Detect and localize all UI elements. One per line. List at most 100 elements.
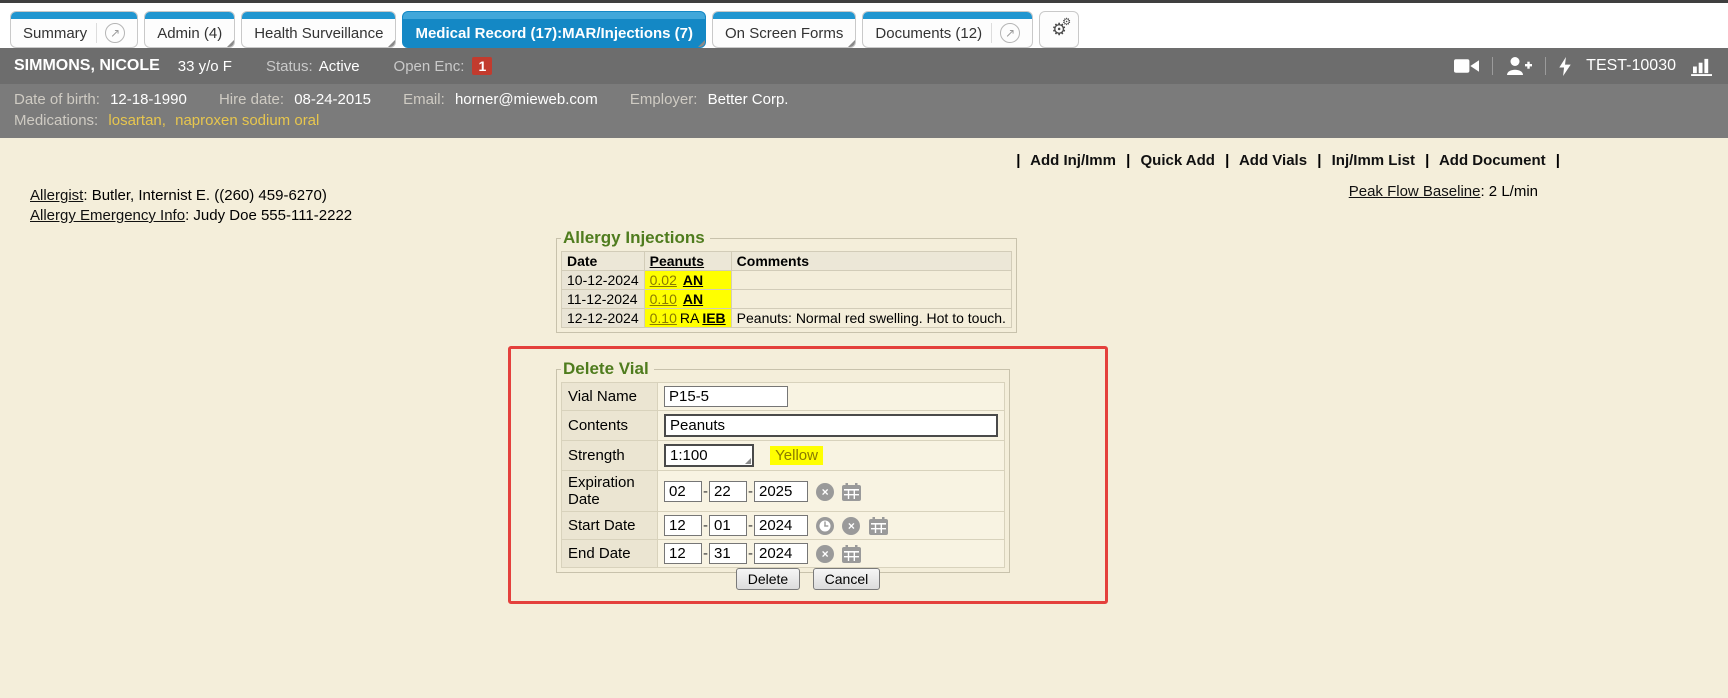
flowsheet-chart-icon[interactable]: [1691, 57, 1714, 76]
end-year-input[interactable]: [754, 543, 808, 564]
tab-summary[interactable]: Summary ↗: [10, 11, 138, 48]
patient-header-bar: SIMMONS, NICOLE 33 y/o F Status: Active …: [0, 48, 1728, 84]
strength-row: Strength Yellow: [562, 441, 1005, 471]
end-month-input[interactable]: [664, 543, 702, 564]
allergy-emergency-line: Allergy Emergency Info: Judy Doe 555-111…: [30, 206, 352, 226]
allergy-emergency-info-link[interactable]: Allergy Emergency Info: [30, 207, 185, 224]
clear-icon[interactable]: ×: [816, 483, 834, 501]
quick-actions-bolt-icon[interactable]: [1559, 57, 1571, 76]
dose-link[interactable]: 0.02: [650, 272, 677, 288]
add-document-link[interactable]: Add Document: [1439, 152, 1546, 169]
allergy-injections-panel: Allergy Injections Date Peanuts Comments…: [556, 228, 1017, 333]
vial-name-input[interactable]: [664, 386, 788, 407]
allergist-link[interactable]: Allergist: [30, 187, 83, 204]
date-column-header: Date: [562, 252, 645, 271]
patient-name: SIMMONS, NICOLE: [14, 57, 160, 75]
delete-button[interactable]: Delete: [736, 568, 800, 590]
employer-label: Employer:: [630, 91, 698, 108]
date-separator: -: [748, 483, 753, 500]
allergy-injections-table: Date Peanuts Comments 10-12-2024 0.02AN …: [561, 251, 1012, 328]
open-enc-label: Open Enc:: [394, 58, 465, 75]
open-encounter-badge[interactable]: 1: [472, 57, 492, 75]
separator: |: [1016, 152, 1020, 169]
expiration-date-label: Expiration Date: [562, 471, 658, 512]
date-separator: -: [703, 545, 708, 562]
injection-comments: Peanuts: Normal red swelling. Hot to tou…: [731, 309, 1011, 328]
dose-link[interactable]: 0.10: [650, 291, 677, 307]
email-value: horner@mieweb.com: [455, 91, 598, 108]
expiration-day-input[interactable]: [709, 481, 747, 502]
demographics-line1: Date of birth: 12-18-1990 Hire date: 08-…: [14, 89, 1714, 110]
injection-row: 11-12-2024 0.10 AN: [562, 290, 1012, 309]
add-inj-imm-link[interactable]: Add Inj/Imm: [1030, 152, 1116, 169]
contents-input[interactable]: [664, 414, 998, 437]
documents-open-new-window[interactable]: ↗: [991, 23, 1020, 43]
vial-name-label: Vial Name: [562, 383, 658, 411]
summary-open-new-window[interactable]: ↗: [96, 23, 125, 43]
allergy-emergency-details: : Judy Doe 555-111-2222: [185, 207, 352, 224]
video-camera-icon[interactable]: [1454, 58, 1479, 74]
open-new-window-icon: ↗: [105, 23, 125, 43]
tab-medical-record[interactable]: Medical Record (17):MAR/Injections (7): [402, 11, 706, 48]
delete-vial-panel: Delete Vial Vial Name Contents Strength: [556, 359, 1010, 573]
clock-icon[interactable]: [816, 517, 834, 535]
peak-flow-baseline: Peak Flow Baseline: 2 L/min: [1349, 183, 1538, 200]
tab-health-surveillance[interactable]: Health Surveillance: [241, 11, 396, 48]
medication-link[interactable]: naproxen sodium oral: [175, 112, 319, 129]
inj-imm-list-link[interactable]: Inj/Imm List: [1332, 152, 1415, 169]
expiration-year-input[interactable]: [754, 481, 808, 502]
end-day-input[interactable]: [709, 543, 747, 564]
calendar-icon[interactable]: [842, 545, 861, 563]
expiration-date-row: Expiration Date -- ×: [562, 471, 1005, 512]
highlight-red-outline: Delete Vial Vial Name Contents Strength: [508, 346, 1108, 604]
add-vials-link[interactable]: Add Vials: [1239, 152, 1307, 169]
cancel-button[interactable]: Cancel: [813, 568, 881, 590]
allergist-details: : Butler, Internist E. ((260) 459-6270): [83, 187, 326, 204]
code-link[interactable]: AN: [683, 272, 703, 288]
clear-icon[interactable]: ×: [842, 517, 860, 535]
tab-medical-record-label: Medical Record (17):MAR/Injections (7): [415, 25, 693, 42]
start-month-input[interactable]: [664, 515, 702, 536]
tab-on-screen-forms[interactable]: On Screen Forms: [712, 11, 856, 48]
open-new-window-icon: ↗: [1000, 23, 1020, 43]
medications-label: Medications:: [14, 112, 98, 129]
start-day-input[interactable]: [709, 515, 747, 536]
end-date-row: End Date -- ×: [562, 540, 1005, 568]
strength-label: Strength: [562, 441, 658, 471]
vial-name-row: Vial Name: [562, 383, 1005, 411]
medication-link[interactable]: losartan: [108, 112, 161, 129]
dose-link[interactable]: 0.10: [650, 310, 677, 326]
date-separator: -: [748, 517, 753, 534]
tab-documents[interactable]: Documents (12) ↗: [862, 11, 1033, 48]
injection-dose-cell: 0.02 AN: [644, 271, 731, 290]
injections-header-row: Date Peanuts Comments: [562, 252, 1012, 271]
strength-input[interactable]: [664, 444, 754, 467]
tab-admin[interactable]: Admin (4): [144, 11, 235, 48]
expiration-month-input[interactable]: [664, 481, 702, 502]
settings-gear-button[interactable]: ⚙ ⚙: [1039, 11, 1079, 48]
start-year-input[interactable]: [754, 515, 808, 536]
add-user-icon[interactable]: [1506, 57, 1532, 75]
separator: |: [1317, 152, 1321, 169]
dob-value: 12-18-1990: [110, 91, 187, 108]
quick-add-link[interactable]: Quick Add: [1141, 152, 1215, 169]
separator: |: [1225, 152, 1229, 169]
peanuts-column-link[interactable]: Peanuts: [650, 253, 704, 269]
start-date-label: Start Date: [562, 512, 658, 540]
peak-flow-baseline-link[interactable]: Peak Flow Baseline: [1349, 183, 1481, 200]
tab-on-screen-forms-label: On Screen Forms: [725, 25, 843, 42]
code-link[interactable]: IEB: [702, 310, 725, 326]
tab-summary-label: Summary: [23, 25, 87, 42]
code-link[interactable]: AN: [683, 291, 703, 307]
reaction-text: RA: [680, 310, 699, 326]
employer-value: Better Corp.: [708, 91, 789, 108]
calendar-icon[interactable]: [869, 517, 888, 535]
calendar-icon[interactable]: [842, 483, 861, 501]
injection-date: 11-12-2024: [562, 290, 645, 309]
peak-flow-baseline-value: : 2 L/min: [1480, 183, 1538, 200]
allergen-column-header: Peanuts: [644, 252, 731, 271]
injection-comments: [731, 290, 1011, 309]
divider: [1492, 57, 1493, 75]
medication-separator: ,: [162, 112, 166, 129]
clear-icon[interactable]: ×: [816, 545, 834, 563]
